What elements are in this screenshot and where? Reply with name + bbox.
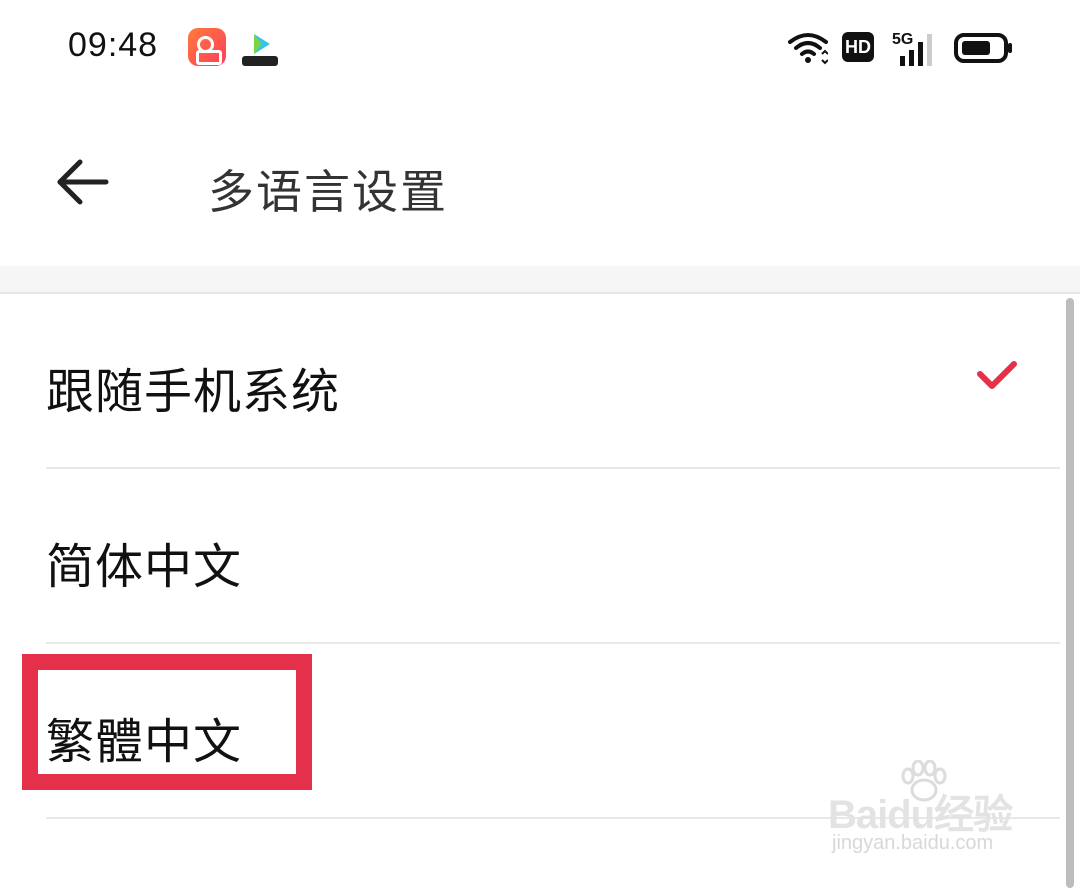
back-button[interactable] — [50, 152, 116, 212]
arrow-left-icon — [57, 159, 109, 205]
wifi-icon — [788, 33, 828, 65]
status-time: 09:48 — [68, 26, 159, 64]
checkmark-icon — [977, 361, 1017, 389]
hd-icon: HD — [842, 32, 874, 62]
scrollbar[interactable] — [1066, 298, 1074, 888]
kuaishou-app-icon — [188, 28, 226, 66]
language-option-label: 跟随手机系统 — [46, 364, 341, 420]
video-app-icon — [242, 34, 278, 66]
watermark-url: jingyan.baidu.com — [832, 832, 994, 854]
baidu-jingyan-watermark: Baidu经验 jingyan.baidu.com — [828, 760, 1028, 860]
top-app-bar: 多语言设置 — [0, 96, 1080, 266]
language-option-follow-system[interactable]: 跟随手机系统 — [0, 294, 1060, 469]
battery-icon — [954, 33, 1012, 63]
network-type-label: 5G — [892, 31, 913, 48]
signal-icon: 5G — [892, 31, 932, 66]
language-option-label: 简体中文 — [46, 539, 243, 595]
status-bar: 09:48 HD 5G — [0, 0, 1080, 96]
highlight-annotation-box — [22, 654, 312, 790]
page-title: 多语言设置 — [208, 165, 448, 219]
header-divider — [0, 266, 1080, 294]
language-option-simplified-chinese[interactable]: 简体中文 — [0, 469, 1060, 644]
